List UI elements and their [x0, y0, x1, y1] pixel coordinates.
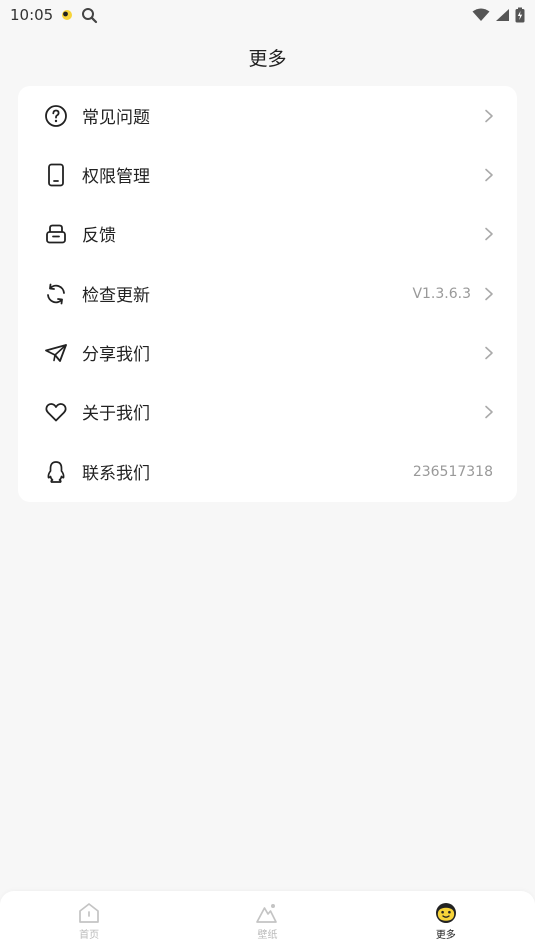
nav-label: 更多	[435, 929, 456, 941]
header: 更多	[0, 38, 535, 76]
menu-item-permissions[interactable]: 权限管理	[18, 145, 517, 204]
menu-item-check-update[interactable]: 检查更新 V1.3.6.3	[18, 264, 517, 323]
page-title: 更多	[248, 47, 287, 70]
settings-menu-card: 常见问题 权限管理 反馈 检查更新 V1.3.6.3 分享我们 关于我们 联系我…	[18, 86, 517, 502]
chevron-right-icon	[485, 168, 493, 181]
app-notification-icon	[62, 10, 73, 20]
status-time: 10:05	[10, 6, 54, 24]
nav-tab-wallpaper[interactable]: 壁纸	[207, 902, 327, 941]
menu-item-feedback[interactable]: 反馈	[18, 204, 517, 263]
status-bar: 10:05	[0, 0, 535, 30]
version-value: V1.3.6.3	[412, 285, 471, 302]
wifi-icon	[472, 8, 490, 21]
qq-penguin-icon	[47, 460, 65, 483]
battery-charging-icon	[515, 7, 525, 23]
menu-item-label: 常见问题	[82, 108, 150, 128]
nav-tab-home[interactable]: 首页	[29, 902, 149, 941]
qq-number-value: 236517318	[412, 463, 493, 480]
menu-item-label: 反馈	[82, 226, 116, 246]
phone-device-icon	[48, 163, 64, 186]
question-circle-icon	[45, 104, 67, 127]
nav-label: 壁纸	[257, 929, 278, 941]
bottom-nav: 首页 壁纸 更多	[0, 891, 535, 951]
menu-item-label: 关于我们	[82, 404, 150, 424]
menu-item-label: 分享我们	[82, 345, 150, 365]
chevron-right-icon	[485, 109, 493, 122]
menu-item-about[interactable]: 关于我们	[18, 382, 517, 441]
menu-item-label: 检查更新	[82, 286, 150, 306]
menu-item-label: 联系我们	[82, 464, 150, 484]
chevron-right-icon	[485, 287, 493, 300]
menu-item-label: 权限管理	[82, 167, 150, 187]
home-icon	[79, 902, 100, 923]
feedback-inbox-icon	[46, 224, 66, 243]
search-icon	[82, 7, 98, 23]
heart-icon	[45, 402, 67, 421]
menu-item-contact[interactable]: 联系我们 236517318	[18, 442, 517, 501]
nav-tab-more[interactable]: 更多	[386, 902, 506, 941]
refresh-icon	[47, 283, 65, 304]
paper-plane-icon	[45, 343, 67, 362]
nav-label: 首页	[79, 929, 100, 941]
chevron-right-icon	[485, 227, 493, 240]
cell-signal-icon	[496, 9, 509, 21]
menu-item-share[interactable]: 分享我们	[18, 323, 517, 382]
menu-item-faq[interactable]: 常见问题	[18, 86, 517, 145]
chevron-right-icon	[485, 346, 493, 359]
chevron-right-icon	[485, 405, 493, 418]
wallpaper-mountain-icon	[256, 903, 278, 923]
smiley-face-icon	[435, 902, 456, 923]
